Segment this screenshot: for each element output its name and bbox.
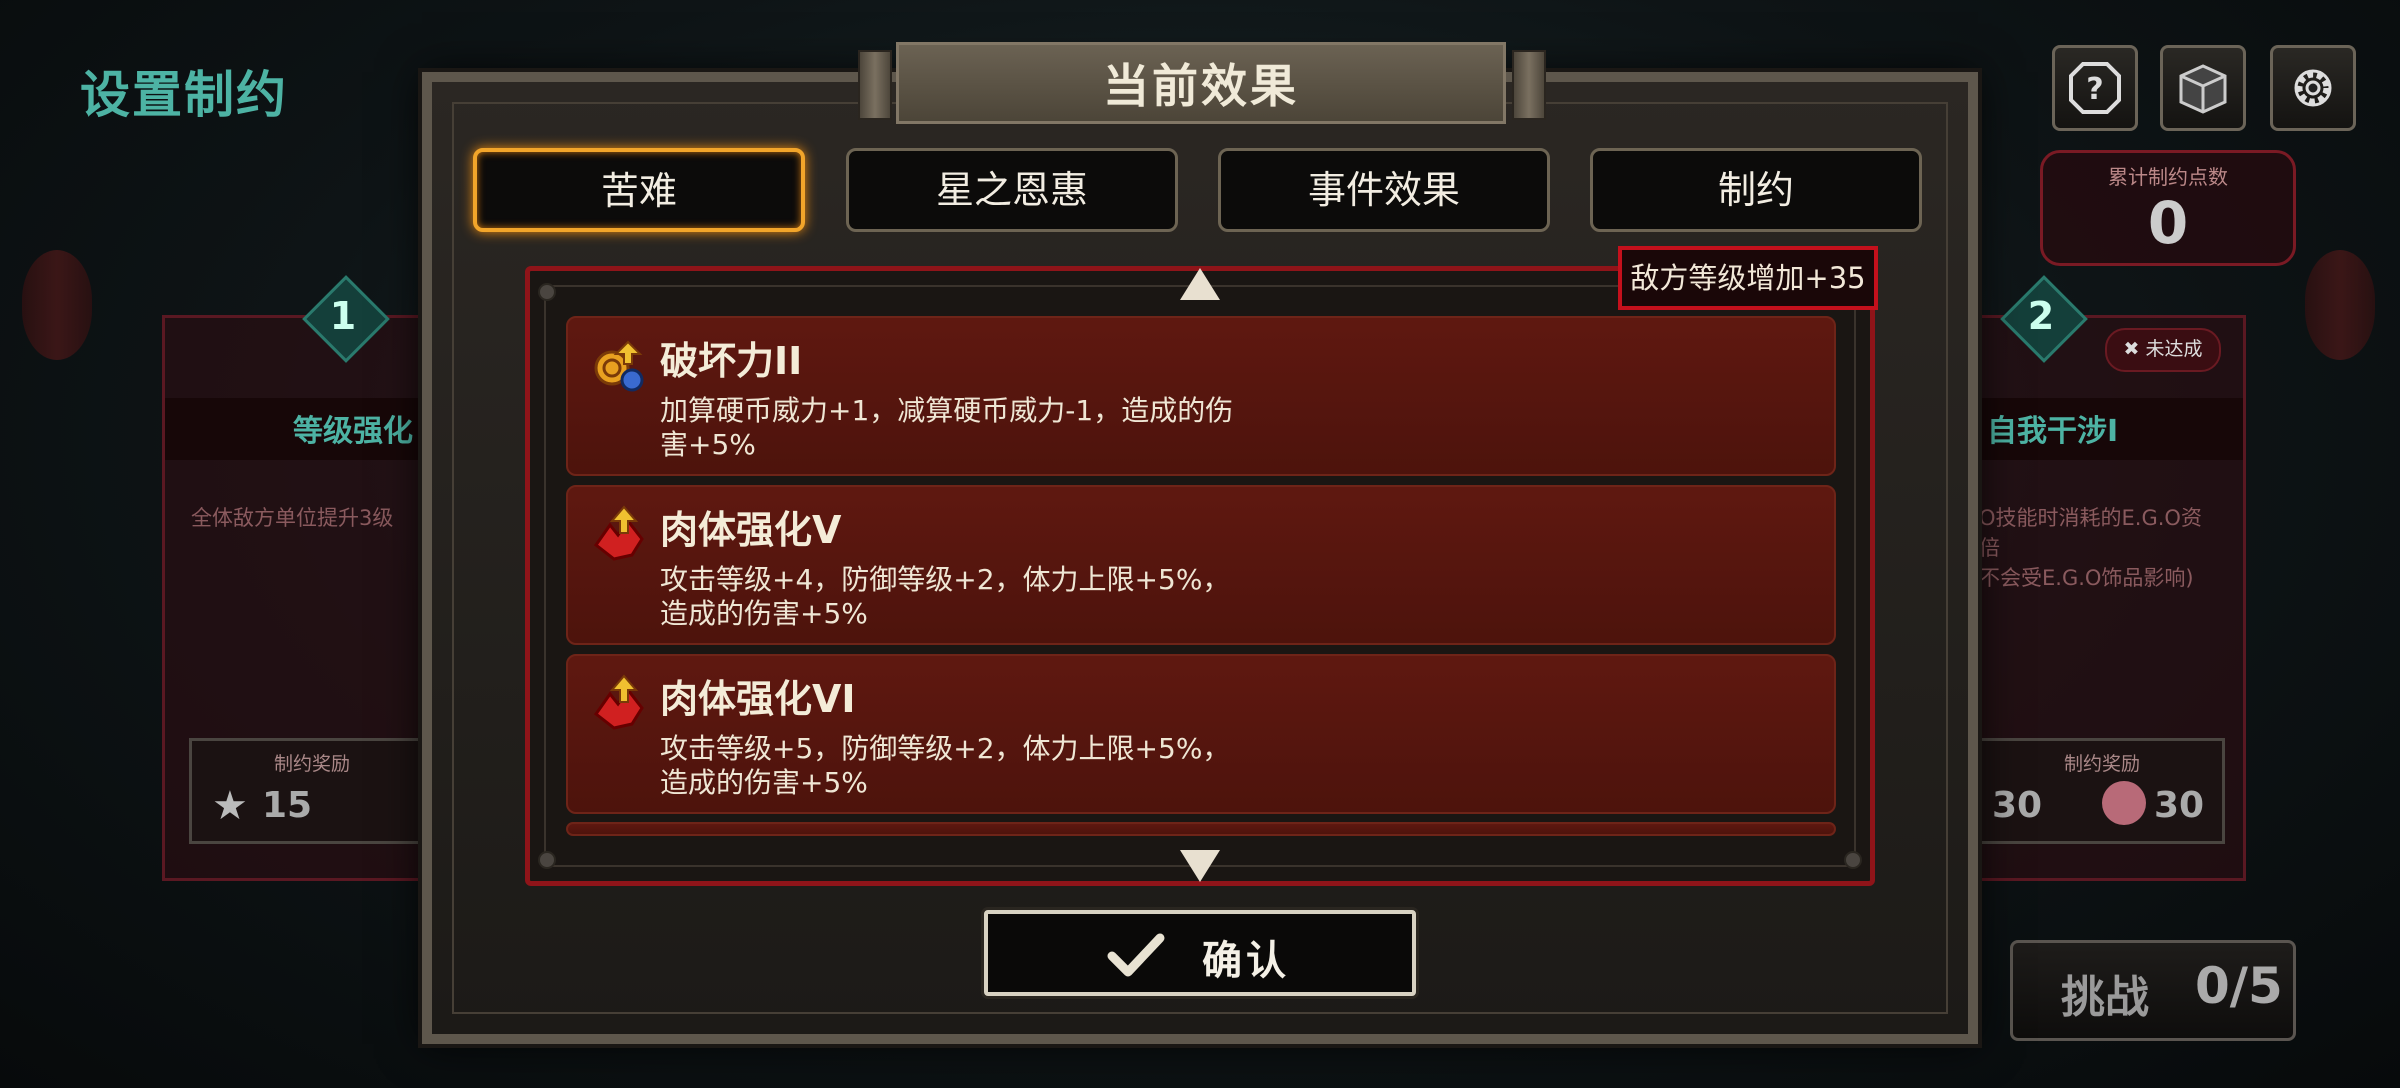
accumulated-points-panel: 累计制约点数 0 (2040, 150, 2296, 266)
checkmark-icon (1107, 933, 1165, 977)
title-scroll-cap-left (858, 50, 892, 120)
reward-box: 制约奖励 ★ 15 (189, 738, 435, 844)
close-icon: ✖ (2123, 338, 2146, 360)
help-icon: ? (2069, 62, 2121, 114)
scroll-down-arrow-icon[interactable] (1180, 850, 1220, 882)
reward-box: 制约奖励 30 30 (1979, 738, 2225, 844)
effect-name: 肉体强化VI (660, 677, 856, 721)
lantern-decoration (22, 250, 92, 360)
box-button[interactable] (2160, 45, 2246, 131)
effect-card: 肉体强化VI 攻击等级+5，防御等级+2，体力上限+5%， 造成的伤害+5% (566, 654, 1836, 814)
challenge-label: 挑战 (2061, 972, 2149, 1023)
effect-description-line: 造成的伤害+5% (660, 597, 868, 630)
effect-description: 攻击等级+4，防御等级+2，体力上限+5%， 造成的伤害+5% (660, 563, 1360, 631)
body-boost-icon (593, 674, 644, 730)
card-title: 自我干涉I (1987, 414, 2119, 449)
effect-description-line: 攻击等级+5，防御等级+2，体力上限+5%， (660, 732, 1231, 765)
effect-card: 肉体强化V 攻击等级+4，防御等级+2，体力上限+5%， 造成的伤害+5% (566, 485, 1836, 645)
effect-description-line: 攻击等级+4，防御等级+2，体力上限+5%， (660, 563, 1231, 596)
card-title: 等级强化 (293, 414, 413, 449)
points-value: 0 (2147, 189, 2189, 257)
effect-description: 加算硬币威力+1，减算硬币威力-1，造成的伤 害+5% (660, 394, 1360, 462)
scroll-up-arrow-icon[interactable] (1180, 268, 1220, 300)
effect-description-line: 害+5% (660, 428, 756, 461)
effect-card-partial (566, 822, 1836, 836)
reward-value: 30 (2154, 785, 2205, 826)
challenge-count: 0/5 (2195, 957, 2283, 1015)
bolt-decoration (1844, 851, 1862, 869)
reward-value: 30 (1992, 785, 2043, 826)
tab-constraints[interactable]: 制约 (1590, 148, 1922, 232)
body-boost-icon (593, 505, 644, 561)
points-label: 累计制约点数 (2108, 165, 2228, 189)
effect-name: 破坏力II (660, 339, 803, 383)
tab-event-effects[interactable]: 事件效果 (1218, 148, 1550, 232)
bolt-decoration (538, 283, 556, 301)
card-description-line-1: O技能时消耗的E.G.O资 (1979, 506, 2202, 530)
reward-label: 制约奖励 (2063, 753, 2140, 775)
svg-text:?: ? (2086, 72, 2103, 107)
cube-box-icon (2179, 64, 2227, 114)
star-icon: ★ (212, 783, 248, 829)
card-description-line-3: 不会受E.G.O饰品影响) (1979, 566, 2194, 590)
card-description: 全体敌方单位提升3级 (191, 506, 394, 530)
reward-label: 制约奖励 (273, 753, 350, 775)
card-description-line-2: 倍 (1979, 536, 2000, 560)
effect-card: 破坏力II 加算硬币威力+1，减算硬币威力-1，造成的伤 害+5% (566, 316, 1836, 476)
modal-title: 当前效果 (1103, 59, 1299, 113)
effect-description: 攻击等级+5，防御等级+2，体力上限+5%， 造成的伤害+5% (660, 732, 1360, 800)
card-number: 2 (2027, 294, 2055, 338)
effect-description-line: 加算硬币威力+1，减算硬币威力-1，造成的伤 (660, 394, 1234, 427)
reward-value: 15 (262, 785, 313, 826)
rose-icon (2102, 781, 2146, 825)
enemy-level-badge: 敌方等级增加+35 (1618, 246, 1878, 310)
card-number: 1 (329, 294, 357, 338)
confirm-label: 确认 (1202, 938, 1290, 984)
confirm-button[interactable]: 确认 (984, 910, 1416, 996)
status-badge: ✖ 未达成 (2105, 328, 2221, 372)
screen-title: 设置制约 (80, 66, 288, 124)
status-badge-text: 未达成 (2145, 338, 2203, 360)
lantern-decoration (2305, 250, 2375, 360)
effect-name: 肉体强化V (660, 508, 842, 552)
constraint-card-2[interactable]: 2 自我干涉I O技能时消耗的E.G.O资 倍 不会受E.G.O饰品影响) 制约… (1940, 275, 2246, 881)
challenge-button[interactable]: 挑战 0/5 (2010, 940, 2296, 1041)
bolt-decoration (538, 851, 556, 869)
tab-suffering[interactable]: 苦难 (473, 148, 805, 232)
help-button[interactable]: ? (2052, 45, 2138, 131)
effect-description-line: 造成的伤害+5% (660, 766, 868, 799)
coin-power-icon (594, 340, 644, 392)
settings-button[interactable] (2270, 45, 2356, 131)
gear-icon (2294, 69, 2332, 107)
tab-star-blessing[interactable]: 星之恩惠 (846, 148, 1178, 232)
title-scroll-cap-right (1512, 50, 1546, 120)
